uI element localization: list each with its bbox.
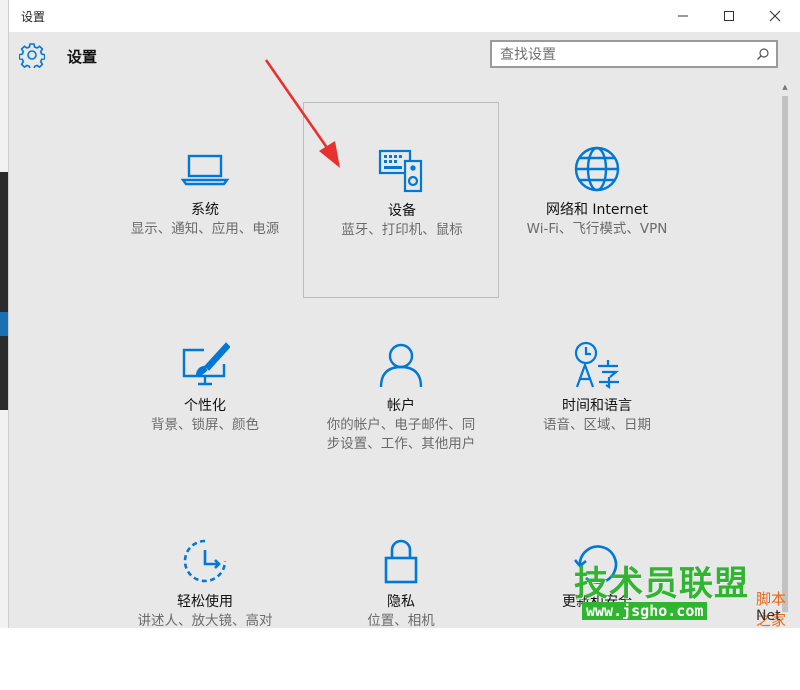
tile-devices-description: 蓝牙、打印机、鼠标 xyxy=(341,222,463,238)
lock-icon xyxy=(384,539,418,584)
minimize-icon xyxy=(678,15,688,17)
maximize-button[interactable] xyxy=(706,0,752,32)
tile-network[interactable]: 网络和 Internet Wi-Fi、飞行模式、VPN xyxy=(499,102,695,298)
background-window-edge xyxy=(0,0,9,628)
tile-personalization-description: 背景、锁屏、颜色 xyxy=(151,417,259,433)
tile-privacy[interactable]: 隐私 位置、相机 xyxy=(303,494,499,690)
tile-devices-label: 设备 xyxy=(388,203,416,219)
scroll-up-icon[interactable]: ▲ xyxy=(780,82,790,92)
tile-ease-of-access-description: 讲述人、放大镜、高对 xyxy=(137,613,273,629)
search-input[interactable] xyxy=(500,45,740,65)
search-icon[interactable] xyxy=(756,47,770,61)
window-title: 设置 xyxy=(21,10,46,24)
tile-network-description: Wi-Fi、飞行模式、VPN xyxy=(526,221,668,237)
background-window-blue-area xyxy=(0,312,8,336)
tile-network-label: 网络和 Internet xyxy=(545,202,649,218)
tile-devices[interactable]: 设备 蓝牙、打印机、鼠标 xyxy=(303,102,499,298)
maximize-icon xyxy=(724,11,734,21)
tile-personalization-label: 个性化 xyxy=(184,398,226,414)
tile-system-label: 系统 xyxy=(191,202,219,218)
watermark-url: www.jsgho.com xyxy=(582,602,708,620)
time-language-icon xyxy=(574,341,620,390)
watermark: 技术员联盟 www.jsgho.com 脚本之家 Net xyxy=(560,556,800,629)
tile-accounts-label: 帐户 xyxy=(387,398,415,414)
person-icon xyxy=(379,343,423,388)
settings-header: 设置 xyxy=(9,32,800,82)
minimize-button[interactable] xyxy=(660,0,706,32)
devices-icon xyxy=(378,149,423,193)
page-title: 设置 xyxy=(67,48,98,66)
tile-ease-of-access-label: 轻松使用 xyxy=(177,594,233,610)
close-button[interactable] xyxy=(752,0,798,32)
tile-personalization[interactable]: 个性化 背景、锁屏、颜色 xyxy=(107,298,303,494)
tile-system[interactable]: 系统 显示、通知、应用、电源 xyxy=(107,102,303,298)
tile-time-language-label: 时间和语言 xyxy=(562,398,632,414)
title-bar: 设置 xyxy=(9,0,800,32)
watermark-net-text: Net xyxy=(756,608,781,624)
tile-system-description: 显示、通知、应用、电源 xyxy=(130,221,280,237)
vertical-scrollbar[interactable]: ▲ xyxy=(780,82,790,628)
background-window-dark-area xyxy=(0,172,8,410)
tile-ease-of-access[interactable]: 轻松使用 讲述人、放大镜、高对 xyxy=(107,494,303,690)
settings-window: 设置 设置 ▲ xyxy=(9,0,800,629)
gear-icon xyxy=(19,43,45,68)
globe-icon xyxy=(574,146,620,192)
tile-time-language[interactable]: 时间和语言 语音、区域、日期 xyxy=(499,298,695,494)
tile-accounts[interactable]: 帐户 你的帐户、电子邮件、同步设置、工作、其他用户 xyxy=(303,298,499,494)
watermark-main-text: 技术员联盟 xyxy=(574,564,749,604)
ease-of-access-icon xyxy=(183,539,227,583)
personalization-icon xyxy=(182,342,230,386)
scroll-thumb[interactable] xyxy=(782,96,788,612)
tile-accounts-description: 你的帐户、电子邮件、同步设置、工作、其他用户 xyxy=(326,417,476,452)
tile-time-language-description: 语音、区域、日期 xyxy=(543,417,651,433)
search-box[interactable] xyxy=(490,40,778,68)
tile-privacy-label: 隐私 xyxy=(387,594,415,610)
laptop-icon xyxy=(180,154,230,186)
tile-privacy-description: 位置、相机 xyxy=(367,613,435,629)
close-icon xyxy=(769,10,781,22)
